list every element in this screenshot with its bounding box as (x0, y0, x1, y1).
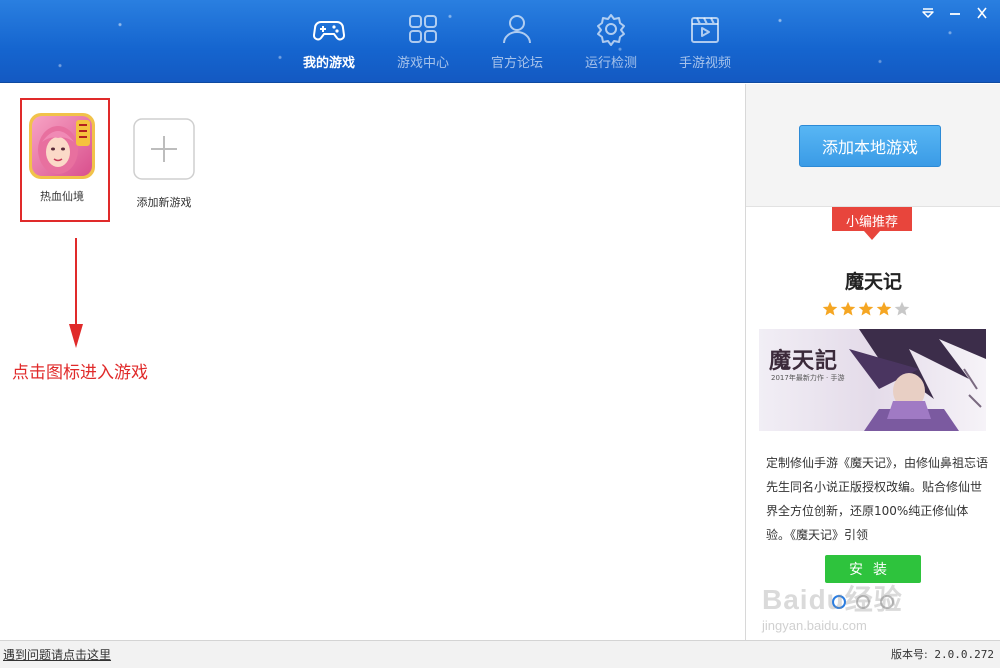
add-local-game-button[interactable]: 添加本地游戏 (799, 125, 941, 167)
nav-tab-label: 手游视频 (678, 56, 731, 71)
annotation-text: 点击图标进入游戏 (12, 363, 148, 383)
game-tile[interactable]: 热血仙境 (22, 112, 102, 222)
nav-tab-forum[interactable]: 官方论坛 (470, 10, 564, 72)
gamepad-icon (313, 21, 345, 41)
star-empty-icon (894, 301, 910, 316)
star-filled-icon (822, 301, 838, 316)
help-link[interactable]: 遇到问题请点击这里 (3, 646, 111, 663)
minimize-icon (950, 13, 960, 15)
minimize-button[interactable] (945, 4, 965, 22)
banner-title: 魔天記 (769, 348, 839, 374)
recommend-banner[interactable]: 魔天記 2017年最新力作 · 手游 (759, 329, 986, 431)
recommend-game-title: 魔天记 (844, 271, 902, 293)
watermark: Baidu经验 (762, 584, 903, 615)
annotation-arrow-icon (69, 238, 83, 348)
game-title: 热血仙境 (40, 190, 84, 203)
video-icon (691, 17, 719, 43)
header-bar: 我的游戏 游戏中心 官方论坛 运行检测 手游视频 (0, 0, 1000, 83)
star-filled-icon (876, 301, 892, 316)
my-games-area: 热血仙境 添加新游戏 点击图标进入游戏 (0, 84, 745, 640)
version-value: 2.0.0.272 (934, 648, 994, 661)
add-new-game-tile[interactable]: 添加新游戏 (124, 118, 204, 228)
nav-tab-mobile-video[interactable]: 手游视频 (658, 10, 752, 72)
main-nav: 我的游戏 游戏中心 官方论坛 运行检测 手游视频 (282, 10, 752, 72)
menu-down-icon (922, 8, 934, 18)
close-button[interactable] (972, 4, 992, 22)
right-sidebar: 添加本地游戏 小编推荐 魔天记 魔天記 2017年最新力作 · 手游 定制修仙手… (745, 84, 1000, 640)
nav-tab-label: 我的游戏 (302, 56, 355, 71)
nav-tab-game-center[interactable]: 游戏中心 (376, 10, 470, 72)
star-filled-icon (858, 301, 874, 316)
nav-tab-run-check[interactable]: 运行检测 (564, 10, 658, 72)
status-bar: 遇到问题请点击这里 版本号: 2.0.0.272 (0, 640, 1000, 668)
users-icon (503, 15, 531, 44)
nav-tab-label: 游戏中心 (396, 56, 449, 71)
nav-tab-label: 运行检测 (584, 56, 637, 71)
grid-icon (409, 15, 437, 43)
ribbon-label: 小编推荐 (845, 215, 898, 230)
gear-icon (597, 14, 625, 46)
close-icon (977, 7, 987, 19)
rating-stars (822, 301, 910, 317)
watermark-url: jingyan.baidu.com (762, 618, 867, 633)
game-avatar-icon (29, 113, 95, 179)
menu-button[interactable] (918, 4, 938, 22)
star-filled-icon (840, 301, 856, 316)
nav-tab-my-games[interactable]: 我的游戏 (282, 10, 376, 72)
recommend-description: 定制修仙手游《魔天记》，由修仙鼻祖忘语先生同名小说正版授权改编。贴合修仙世界全方… (766, 456, 989, 542)
add-new-game-label: 添加新游戏 (136, 196, 192, 209)
banner-subtitle: 2017年最新力作 · 手游 (771, 374, 845, 382)
version-info: 版本号: 2.0.0.272 (891, 646, 994, 662)
recommend-panel: 小编推荐 魔天记 魔天記 2017年最新力作 · 手游 定制修仙手游《魔天记》，… (746, 206, 1000, 640)
plus-icon (133, 118, 195, 180)
nav-tab-label: 官方论坛 (490, 56, 543, 71)
version-label: 版本号: (891, 648, 928, 661)
